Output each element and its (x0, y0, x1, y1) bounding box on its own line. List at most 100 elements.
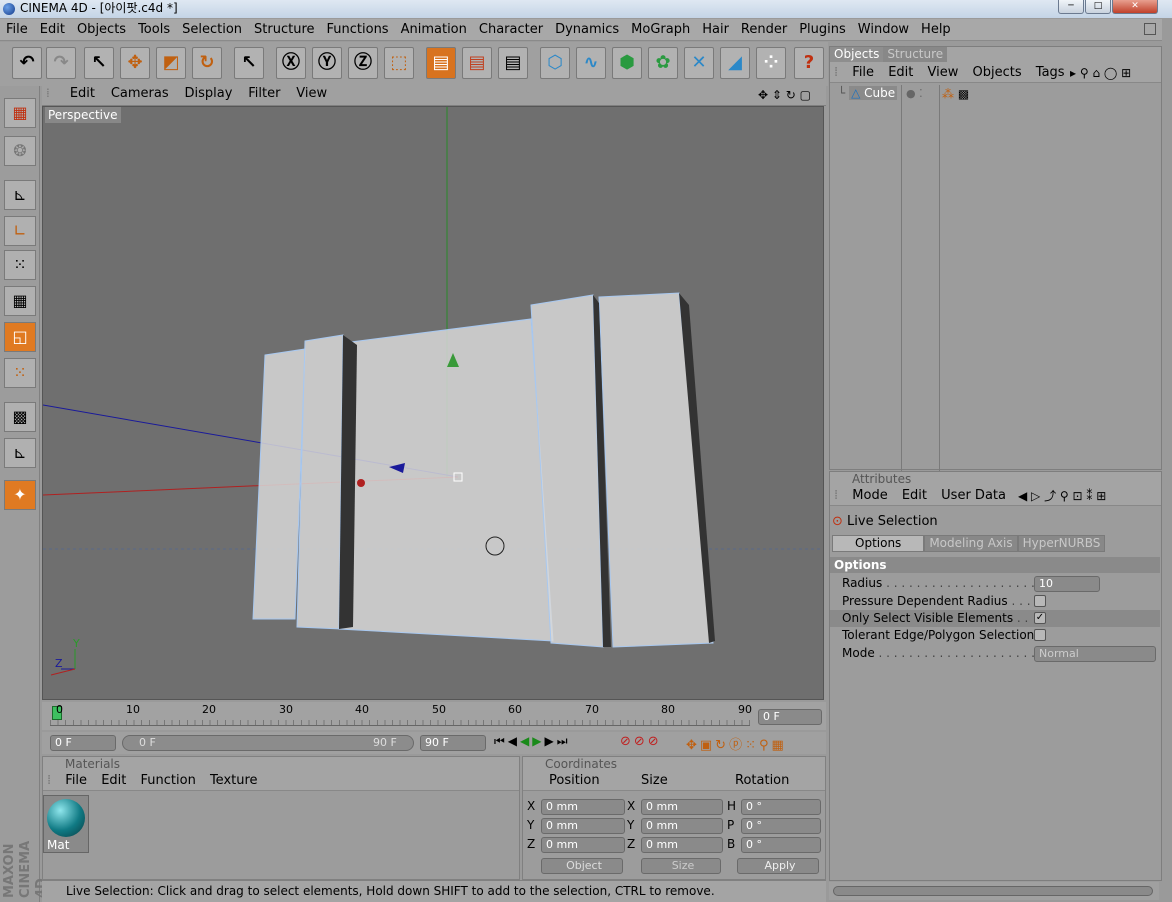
live-selection-icon[interactable]: ↖ (84, 47, 114, 79)
end-frame-field[interactable]: 90 F (420, 735, 486, 751)
viewport-menu-edit[interactable]: Edit (70, 86, 95, 101)
current-frame-field[interactable]: 0 F (758, 709, 822, 725)
cube-object-row[interactable]: △ Cube (849, 86, 898, 100)
pressure-checkbox[interactable] (1034, 595, 1046, 607)
x-axis-handle[interactable] (357, 479, 365, 487)
menu-mograph[interactable]: MoGraph (625, 19, 696, 41)
position-z-field[interactable]: 0 mm (541, 837, 625, 853)
materials-menu-edit[interactable]: Edit (101, 773, 126, 788)
spline-icon[interactable]: ∿ (576, 47, 606, 79)
viewport-menu-filter[interactable]: Filter (248, 86, 280, 101)
deformer-icon[interactable]: ✕ (684, 47, 714, 79)
light-icon[interactable]: ⁘ (756, 47, 786, 79)
scene-object-icon[interactable]: ◢ (720, 47, 750, 79)
cube-mesh[interactable] (252, 292, 714, 648)
objects-menu-tags[interactable]: Tags (1036, 65, 1065, 80)
menu-animation[interactable]: Animation (395, 19, 473, 41)
material-tag-icon[interactable]: ▩ (958, 87, 969, 101)
playback-controls[interactable]: ⏮◀◀▶▶⏭ (494, 734, 571, 749)
layout-switch-icon[interactable]: ▦ (4, 98, 36, 128)
coordinate-mode-dropdown[interactable]: Object (541, 858, 623, 874)
mode-dropdown[interactable]: Normal (1034, 646, 1156, 662)
object-row-cube[interactable]: └ △ Cube (830, 85, 901, 102)
polygons-tool-icon[interactable]: ▩ (4, 402, 36, 432)
undo-icon[interactable]: ↶ (12, 47, 42, 79)
y-axis-lock-icon[interactable]: Ⓨ (312, 47, 342, 79)
attributes-toolbar-icons[interactable]: ◀ ▷ ⤴ ⚲ ⊡ ⁑ ⊞ (1018, 486, 1106, 506)
size-mode-dropdown[interactable]: Size (641, 858, 721, 874)
edges-tool-icon[interactable]: ⁙ (4, 358, 36, 388)
object-axis-icon[interactable]: ⊾ (4, 180, 36, 210)
coordinate-system-icon[interactable]: ⬚ (384, 47, 414, 79)
material-swatch[interactable]: Mat (43, 795, 89, 853)
viewport-menu-view[interactable]: View (296, 86, 327, 101)
menu-objects[interactable]: Objects (71, 19, 132, 41)
apply-button[interactable]: Apply (737, 858, 819, 874)
array-icon[interactable]: ✿ (648, 47, 678, 79)
menu-file[interactable]: File (0, 19, 34, 41)
sculpt-tool-icon[interactable]: ✦ (4, 480, 36, 510)
menu-render[interactable]: Render (735, 19, 793, 41)
close-button[interactable]: ✕ (1112, 0, 1158, 14)
menu-structure[interactable]: Structure (248, 19, 320, 41)
position-y-field[interactable]: 0 mm (541, 818, 625, 834)
objects-menu-view[interactable]: View (928, 65, 959, 80)
objects-menu-objects[interactable]: Objects (973, 65, 1022, 80)
scene-canvas[interactable]: Y Z (43, 107, 824, 700)
maximize-button[interactable]: □ (1085, 0, 1111, 14)
tab-objects[interactable]: Objects (830, 47, 884, 62)
size-z-field[interactable]: 0 mm (641, 837, 723, 853)
scrollbar-thumb[interactable] (833, 886, 1153, 896)
tab-modeling-axis[interactable]: Modeling Axis (924, 535, 1018, 552)
radius-field[interactable]: 10 (1034, 576, 1100, 592)
recent-tool-icon[interactable]: ↖ (234, 47, 264, 79)
points-tool-icon[interactable]: ◱ (4, 322, 36, 352)
render-settings-icon[interactable]: ▤ (498, 47, 528, 79)
rotation-p-field[interactable]: 0 ° (741, 818, 821, 834)
help-icon[interactable]: ? (794, 47, 824, 79)
attributes-menu-edit[interactable]: Edit (902, 488, 927, 503)
visible-elements-checkbox[interactable]: ✓ (1034, 612, 1046, 624)
menu-selection[interactable]: Selection (176, 19, 248, 41)
viewport-menu-display[interactable]: Display (184, 86, 232, 101)
menu-edit[interactable]: Edit (34, 19, 71, 41)
layout-icon[interactable] (1144, 23, 1156, 35)
texture-tool-icon[interactable]: ▦ (4, 286, 36, 316)
move-icon[interactable]: ✥ (120, 47, 150, 79)
objects-menu-edit[interactable]: Edit (888, 65, 913, 80)
minimize-button[interactable]: ─ (1058, 0, 1084, 14)
perspective-viewport[interactable]: Perspective Y Z (42, 106, 824, 700)
attributes-scrollbar[interactable] (829, 882, 1159, 900)
key-filter-icons[interactable]: ✥▣↻ⓟ⁙⚲▦ (686, 734, 787, 753)
nurbs-icon[interactable]: ⬢ (612, 47, 642, 79)
render-picture-viewer-icon[interactable]: ▤ (462, 47, 492, 79)
timeline-ruler[interactable] (50, 710, 750, 726)
redo-icon[interactable]: ↷ (46, 47, 76, 79)
z-axis-lock-icon[interactable]: Ⓩ (348, 47, 378, 79)
start-frame-field[interactable]: 0 F (50, 735, 116, 751)
size-y-field[interactable]: 0 mm (641, 818, 723, 834)
scale-icon[interactable]: ◩ (156, 47, 186, 79)
viewport-nav-icons[interactable]: ✥ ⇕ ↻ ▢ (758, 88, 811, 102)
menu-tools[interactable]: Tools (132, 19, 176, 41)
tolerant-checkbox[interactable] (1034, 629, 1046, 641)
rotate-icon[interactable]: ↻ (192, 47, 222, 79)
tab-options[interactable]: Options (832, 535, 925, 552)
make-editable-icon[interactable]: ❂ (4, 136, 36, 166)
menu-plugins[interactable]: Plugins (793, 19, 852, 41)
menu-help[interactable]: Help (915, 19, 957, 41)
phong-tag-icon[interactable]: ⁂ (942, 87, 954, 101)
model-tool-icon[interactable]: ∟ (4, 216, 36, 246)
timeline[interactable]: 0 10 20 30 40 50 60 70 80 90 0 F (42, 702, 826, 730)
objects-menu-file[interactable]: File (852, 65, 874, 80)
tab-hypernurbs[interactable]: HyperNURBS (1017, 535, 1106, 552)
viewport-menu-cameras[interactable]: Cameras (111, 86, 169, 101)
object-tags[interactable]: ⁂ ▩ (942, 87, 969, 101)
menu-functions[interactable]: Functions (321, 19, 395, 41)
menu-window[interactable]: Window (852, 19, 915, 41)
menu-hair[interactable]: Hair (696, 19, 735, 41)
materials-menu-function[interactable]: Function (141, 773, 196, 788)
cube-object-icon[interactable]: ⬡ (540, 47, 570, 79)
menu-dynamics[interactable]: Dynamics (549, 19, 625, 41)
size-x-field[interactable]: 0 mm (641, 799, 723, 815)
